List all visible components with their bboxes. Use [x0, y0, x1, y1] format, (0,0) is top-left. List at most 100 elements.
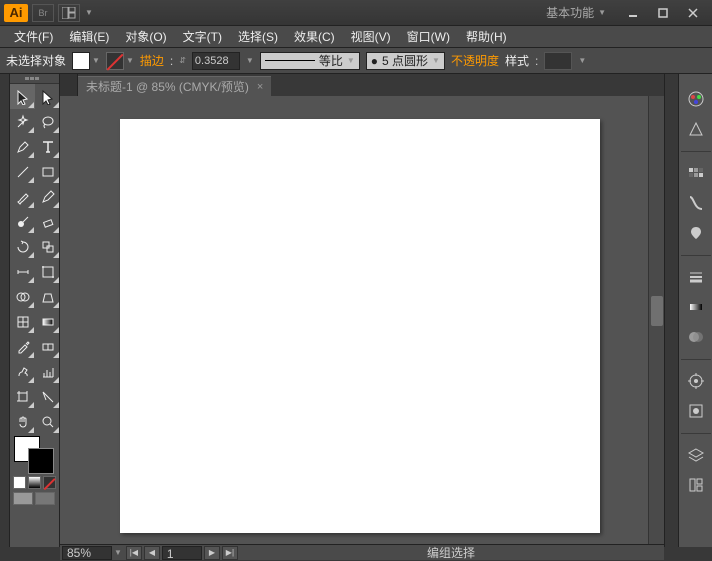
- toolbox-grip[interactable]: [10, 74, 59, 84]
- gradient-mode-btn[interactable]: [28, 476, 41, 489]
- selection-status: 未选择对象: [6, 52, 66, 69]
- panel-stroke2-icon[interactable]: [681, 262, 711, 292]
- panel-swatches-icon[interactable]: [681, 158, 711, 188]
- close-button[interactable]: [678, 3, 708, 23]
- tool-selection[interactable]: [10, 84, 35, 109]
- tool-scale[interactable]: [35, 234, 60, 259]
- tool-zoom[interactable]: [35, 409, 60, 434]
- tool-graph[interactable]: [35, 359, 60, 384]
- chevron-down-icon[interactable]: ▼: [92, 56, 100, 65]
- tool-slice[interactable]: [35, 384, 60, 409]
- panel-artboards-p-icon[interactable]: [681, 470, 711, 500]
- tool-hand[interactable]: [10, 409, 35, 434]
- menu-help[interactable]: 帮助(H): [458, 26, 515, 47]
- draw-normal-btn[interactable]: [13, 492, 33, 505]
- chevron-down-icon[interactable]: ▼: [578, 56, 586, 65]
- chevron-down-icon[interactable]: ▼: [114, 548, 122, 557]
- panel-color-guide-icon[interactable]: [681, 114, 711, 144]
- stroke-swatch[interactable]: [106, 52, 124, 70]
- tool-wand[interactable]: [10, 109, 35, 134]
- tool-free[interactable]: [35, 259, 60, 284]
- color-swatches: [10, 434, 59, 476]
- workspace-switcher[interactable]: 基本功能 ▼: [546, 4, 606, 21]
- bridge-button[interactable]: Br: [32, 4, 54, 22]
- prev-artboard-btn[interactable]: ◀: [144, 546, 160, 560]
- tool-pencil[interactable]: [35, 184, 60, 209]
- menu-select[interactable]: 选择(S): [230, 26, 286, 47]
- tool-lasso[interactable]: [35, 109, 60, 134]
- tool-artboard[interactable]: [10, 384, 35, 409]
- next-artboard-btn[interactable]: ▶: [204, 546, 220, 560]
- right-dock-strip[interactable]: [664, 74, 678, 547]
- chevron-down-icon[interactable]: ▼: [246, 56, 254, 65]
- opacity-label[interactable]: 不透明度: [451, 52, 499, 69]
- left-dock-strip[interactable]: [0, 74, 10, 547]
- stroke-label[interactable]: 描边: [140, 52, 164, 69]
- tool-symbol[interactable]: [10, 359, 35, 384]
- tool-eyedrop[interactable]: [10, 334, 35, 359]
- tool-brush[interactable]: [10, 184, 35, 209]
- none-mode-btn[interactable]: [43, 476, 56, 489]
- menu-file[interactable]: 文件(F): [6, 26, 61, 47]
- tab-close-icon[interactable]: ×: [257, 81, 263, 93]
- menu-type[interactable]: 文字(T): [175, 26, 230, 47]
- stroke-weight-input[interactable]: [192, 52, 240, 70]
- tool-rect[interactable]: [35, 159, 60, 184]
- tool-shape-build[interactable]: [10, 284, 35, 309]
- menu-view[interactable]: 视图(V): [343, 26, 399, 47]
- canvas[interactable]: [60, 96, 648, 547]
- maximize-button[interactable]: [648, 3, 678, 23]
- arrange-dropdown-icon[interactable]: ▼: [84, 4, 94, 22]
- brush-dropdown[interactable]: ●5 点圆形▼: [366, 52, 445, 70]
- last-artboard-btn[interactable]: ▶|: [222, 546, 238, 560]
- right-panel-dock: [678, 74, 712, 547]
- tool-gradient[interactable]: [35, 309, 60, 334]
- tool-direct-select[interactable]: [35, 84, 60, 109]
- artboard[interactable]: [120, 119, 600, 533]
- menu-edit[interactable]: 编辑(E): [61, 26, 117, 47]
- tool-width[interactable]: [10, 259, 35, 284]
- profile-dropdown[interactable]: 等比▼: [260, 52, 360, 70]
- zoom-input[interactable]: 85%: [62, 546, 112, 560]
- fill-swatch[interactable]: [72, 52, 90, 70]
- tool-rotate[interactable]: [10, 234, 35, 259]
- document-area: 未标题-1 @ 85% (CMYK/预览) ×: [60, 74, 664, 547]
- screen-mode-btn[interactable]: [35, 492, 55, 505]
- chevron-down-icon[interactable]: ▼: [126, 56, 134, 65]
- brush-label: 5 点圆形: [382, 52, 428, 69]
- menu-window[interactable]: 窗口(W): [399, 26, 458, 47]
- panel-appearance-icon[interactable]: [681, 366, 711, 396]
- status-bar: 85% ▼ |◀ ◀ 1 ▶ ▶| 编组选择: [60, 544, 664, 560]
- stroke-stepper-icon[interactable]: ⇵: [179, 56, 186, 65]
- stroke-color[interactable]: [28, 448, 54, 474]
- panel-layers-icon[interactable]: [681, 440, 711, 470]
- tool-type[interactable]: [35, 134, 60, 159]
- document-tab[interactable]: 未标题-1 @ 85% (CMYK/预览) ×: [78, 76, 271, 96]
- panel-gradient2-icon[interactable]: [681, 292, 711, 322]
- tool-eraser[interactable]: [35, 209, 60, 234]
- graphic-style-swatch[interactable]: [544, 52, 572, 70]
- tool-blend[interactable]: [35, 334, 60, 359]
- scrollbar-thumb[interactable]: [651, 296, 663, 326]
- first-artboard-btn[interactable]: |◀: [126, 546, 142, 560]
- menu-bar: 文件(F) 编辑(E) 对象(O) 文字(T) 选择(S) 效果(C) 视图(V…: [0, 26, 712, 48]
- tool-line[interactable]: [10, 159, 35, 184]
- panel-graphic-styles-icon[interactable]: [681, 396, 711, 426]
- minimize-button[interactable]: [618, 3, 648, 23]
- menu-object[interactable]: 对象(O): [117, 26, 174, 47]
- title-bar: Ai Br ▼ 基本功能 ▼: [0, 0, 712, 26]
- color-mode-btn[interactable]: [13, 476, 26, 489]
- panel-symbols-icon[interactable]: [681, 218, 711, 248]
- tool-blob[interactable]: [10, 209, 35, 234]
- arrange-docs-button[interactable]: [58, 4, 80, 22]
- panel-color-icon[interactable]: [681, 84, 711, 114]
- menu-effect[interactable]: 效果(C): [286, 26, 343, 47]
- tool-pen[interactable]: [10, 134, 35, 159]
- tool-perspective[interactable]: [35, 284, 60, 309]
- vertical-scrollbar[interactable]: [648, 96, 664, 547]
- tab-strip-grip[interactable]: [60, 74, 78, 96]
- panel-brushes-icon[interactable]: [681, 188, 711, 218]
- artboard-number-input[interactable]: 1: [162, 546, 202, 560]
- tool-mesh[interactable]: [10, 309, 35, 334]
- panel-transparency-icon[interactable]: [681, 322, 711, 352]
